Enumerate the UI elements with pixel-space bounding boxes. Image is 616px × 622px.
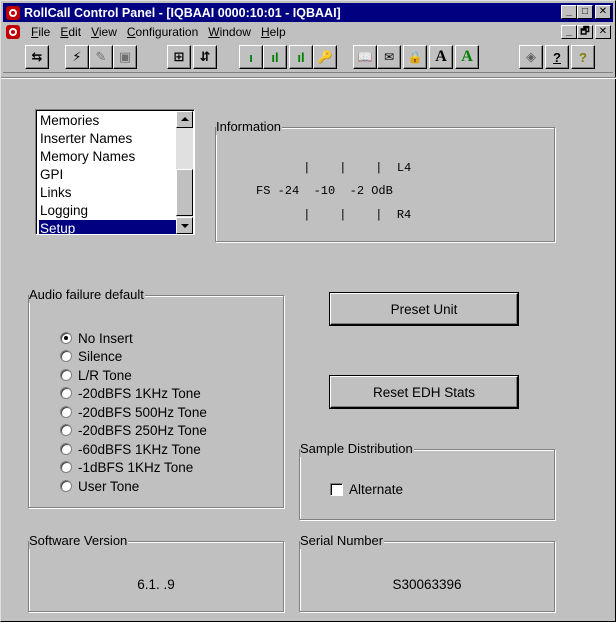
- edit-icon[interactable]: ✎: [89, 45, 113, 69]
- save-icon[interactable]: ▣: [113, 45, 137, 69]
- information-label: Information: [216, 119, 283, 135]
- document-icon[interactable]: [6, 25, 20, 39]
- window-controls: _ □ ✕: [561, 5, 611, 19]
- radio-icon[interactable]: [60, 387, 72, 399]
- list-item-logging[interactable]: Logging: [39, 202, 176, 220]
- mdi-controls: _ 🗗 ✕: [561, 25, 611, 39]
- radio-selected-icon[interactable]: [60, 332, 72, 344]
- radio-60dbfs-1khz[interactable]: -60dBFS 1KHz Tone: [60, 441, 201, 457]
- list-item-memory-names[interactable]: Memory Names: [39, 148, 176, 166]
- list-item-inserter-names[interactable]: Inserter Names: [39, 130, 176, 148]
- radio-label: -1dBFS 1KHz Tone: [78, 459, 194, 475]
- radio-lr-tone[interactable]: L/R Tone: [60, 367, 132, 383]
- mdi-minimize-button[interactable]: _: [561, 25, 577, 39]
- menu-help[interactable]: Help: [256, 25, 291, 39]
- scroll-down-arrow-icon[interactable]: [176, 217, 193, 234]
- reset-edh-stats-button[interactable]: Reset EDH Stats: [330, 376, 518, 408]
- alternate-checkbox[interactable]: Alternate: [330, 481, 403, 497]
- signal-mid-icon[interactable]: ıl: [263, 45, 287, 69]
- notes-icon[interactable]: ✉: [377, 45, 401, 69]
- radio-user-tone[interactable]: User Tone: [60, 478, 139, 494]
- radio-icon[interactable]: [60, 424, 72, 436]
- checkbox-icon[interactable]: [330, 482, 343, 496]
- list-item-links[interactable]: Links: [39, 184, 176, 202]
- radio-no-insert[interactable]: No Insert: [60, 330, 133, 346]
- radio-icon[interactable]: [60, 369, 72, 381]
- radio-icon[interactable]: [60, 406, 72, 418]
- close-button[interactable]: ✕: [595, 5, 611, 19]
- radio-label: Silence: [78, 348, 123, 364]
- minimize-button[interactable]: _: [561, 5, 577, 19]
- alternate-label: Alternate: [349, 481, 404, 497]
- font-a-icon[interactable]: A: [429, 45, 453, 69]
- font-a-green-icon[interactable]: A: [455, 45, 479, 69]
- meter-row-right: | | | R4: [260, 208, 412, 222]
- serial-number-label: Serial Number: [300, 533, 385, 549]
- radio-20dbfs-500hz[interactable]: -20dBFS 500Hz Tone: [60, 404, 207, 420]
- list-item-memories[interactable]: Memories: [39, 112, 176, 130]
- connect-icon[interactable]: ⇆: [25, 45, 49, 69]
- maximize-button[interactable]: □: [577, 5, 593, 19]
- menu-configuration[interactable]: Configuration: [122, 25, 203, 39]
- list-scrollbar[interactable]: [176, 111, 193, 234]
- book-icon[interactable]: 📖: [353, 45, 377, 69]
- menu-view[interactable]: View: [86, 25, 122, 39]
- signal-high-icon[interactable]: ıl: [289, 45, 313, 69]
- transfer-icon[interactable]: ⇵: [193, 45, 217, 69]
- radio-20dbfs-1khz[interactable]: -20dBFS 1KHz Tone: [60, 385, 201, 401]
- radio-label: No Insert: [78, 330, 133, 346]
- audio-failure-group: Audio failure default: [28, 287, 284, 508]
- radio-label: -20dBFS 1KHz Tone: [78, 385, 201, 401]
- radio-label: -60dBFS 1KHz Tone: [78, 441, 201, 457]
- list-item-setup[interactable]: Setup: [39, 220, 176, 234]
- audio-failure-label: Audio failure default: [29, 287, 145, 303]
- scroll-up-arrow-icon[interactable]: [176, 111, 193, 128]
- signal-low-icon[interactable]: ı: [239, 45, 263, 69]
- radio-label: -20dBFS 500Hz Tone: [78, 404, 207, 420]
- navigation-list[interactable]: Memories Inserter Names Memory Names GPI…: [35, 109, 195, 235]
- information-group: Information | | | L4 FS -24 -10 -2 OdB |…: [215, 119, 555, 242]
- lock-icon[interactable]: 🔒: [403, 45, 427, 69]
- radio-silence[interactable]: Silence: [60, 348, 122, 364]
- key-icon[interactable]: 🔑: [313, 45, 337, 69]
- window-title: RollCall Control Panel - [IQBAAI 0000:10…: [24, 5, 341, 20]
- sample-distribution-label: Sample Distribution: [300, 441, 414, 457]
- mdi-restore-button[interactable]: 🗗: [577, 25, 593, 39]
- network-icon[interactable]: ⊞: [167, 45, 191, 69]
- help-dialog-icon[interactable]: ?: [545, 45, 569, 69]
- radio-label: -20dBFS 250Hz Tone: [78, 422, 207, 438]
- whats-this-icon[interactable]: ?: [571, 45, 595, 69]
- navigation-list-items: Memories Inserter Names Memory Names GPI…: [39, 112, 176, 234]
- meter-row-left: | | | L4: [260, 161, 412, 175]
- radio-icon[interactable]: [60, 350, 72, 362]
- software-version-value: 6.1. .9: [137, 577, 175, 592]
- list-item-gpi[interactable]: GPI: [39, 166, 176, 184]
- app-icon[interactable]: [6, 5, 20, 20]
- radio-icon[interactable]: [60, 443, 72, 455]
- serial-number-value: S30063396: [392, 577, 462, 592]
- scroll-thumb[interactable]: [176, 169, 193, 216]
- menu-window[interactable]: Window: [203, 25, 256, 39]
- preset-unit-button[interactable]: Preset Unit: [330, 293, 518, 325]
- mdi-close-button[interactable]: ✕: [595, 25, 611, 39]
- toolbar-divider: [1, 77, 616, 79]
- radio-1dbfs-1khz[interactable]: -1dBFS 1KHz Tone: [60, 459, 193, 475]
- eraser-icon[interactable]: ◈: [519, 45, 543, 69]
- meter-row-scale: FS -24 -10 -2 OdB: [256, 184, 393, 198]
- radio-20dbfs-250hz[interactable]: -20dBFS 250Hz Tone: [60, 422, 207, 438]
- radio-icon[interactable]: [60, 480, 72, 492]
- lightning-icon[interactable]: ⚡: [65, 45, 89, 69]
- menu-file[interactable]: File: [26, 25, 55, 39]
- software-version-label: Software Version: [29, 533, 129, 549]
- title-bar[interactable]: RollCall Control Panel - [IQBAAI 0000:10…: [3, 3, 613, 22]
- toolbar: ⇆ ⚡ ✎ ▣ ⊞ ⇵ ı ıl ıl 🔑 📖 ✉ 🔒 A A ◈ ? ?: [3, 43, 613, 73]
- radio-label: User Tone: [78, 478, 140, 494]
- menu-edit[interactable]: Edit: [55, 25, 86, 39]
- main-window: RollCall Control Panel - [IQBAAI 0000:10…: [0, 0, 616, 622]
- radio-label: L/R Tone: [78, 367, 132, 383]
- radio-icon[interactable]: [60, 461, 72, 473]
- menu-bar: File Edit View Configuration Window Help…: [3, 23, 613, 41]
